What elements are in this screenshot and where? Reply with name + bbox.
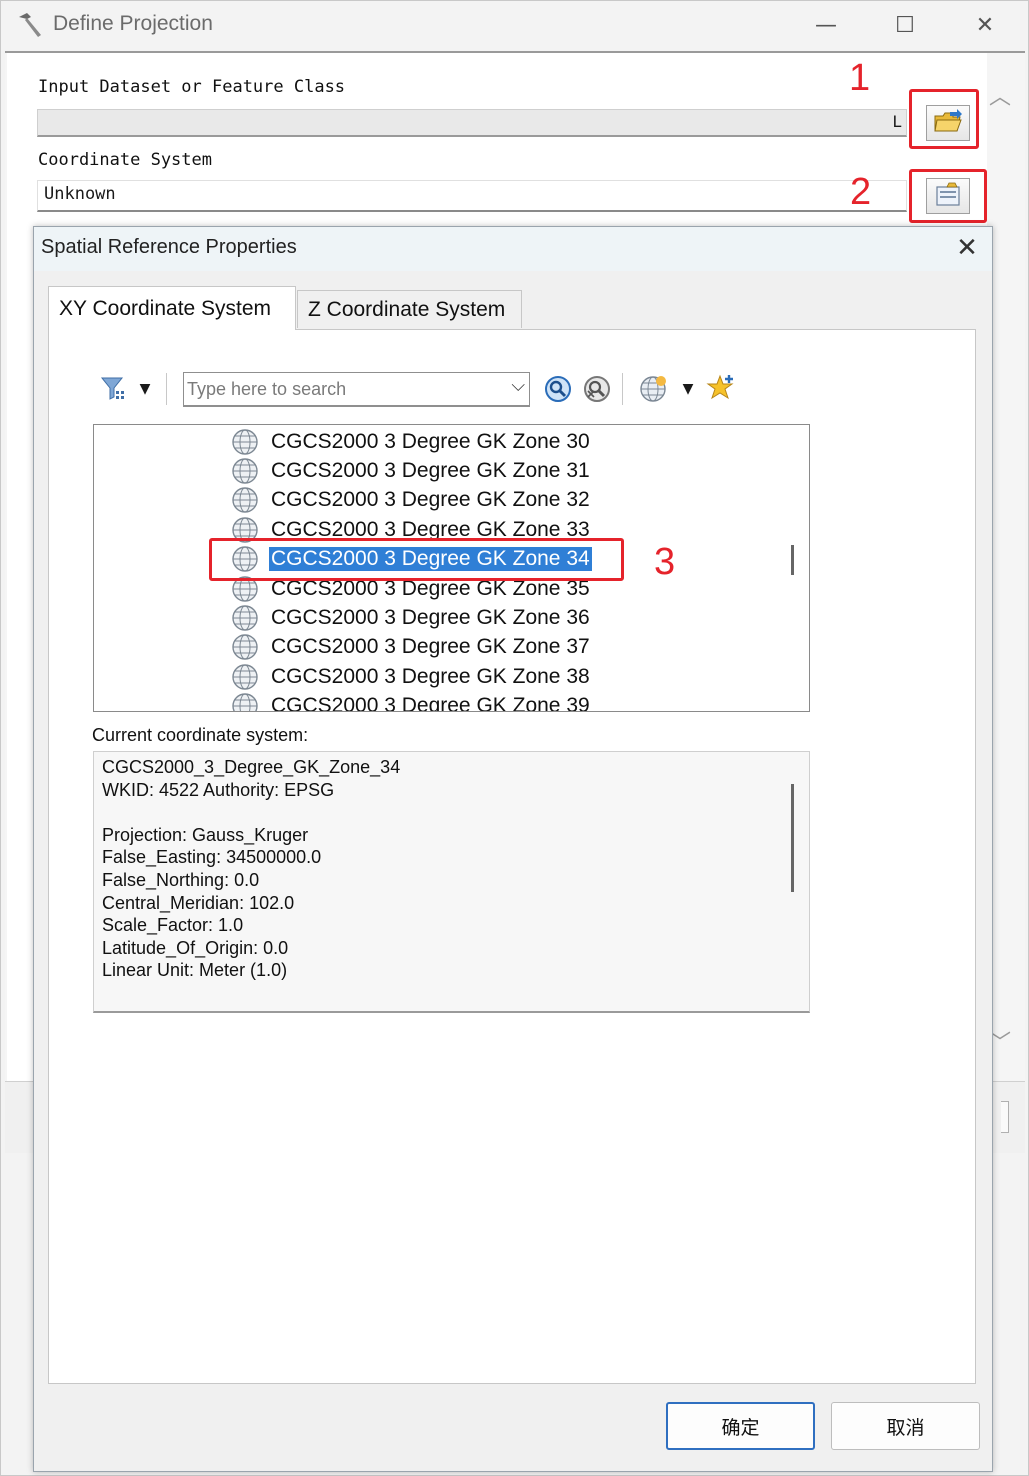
input-dataset-label: Input Dataset or Feature Class — [38, 77, 346, 97]
cs-list-item-label: CGCS2000 3 Degree GK Zone 37 — [271, 635, 590, 659]
cs-list-item[interactable]: CGCS2000 3 Degree GK Zone 38 — [231, 662, 592, 691]
globe-icon — [232, 428, 258, 455]
cs-list-item-label: CGCS2000 3 Degree GK Zone 30 — [271, 429, 590, 453]
cs-list-item-label: CGCS2000 3 Degree GK Zone 39 — [271, 694, 590, 712]
globe-icon — [232, 487, 258, 513]
cs-list-item[interactable]: CGCS2000 3 Degree GK Zone 37 — [231, 633, 592, 662]
cancel-button[interactable]: 取消 — [831, 1402, 980, 1450]
details-line: Projection: Gauss_Kruger — [102, 824, 309, 845]
dialog-titlebar: Spatial Reference Properties ✕ — [34, 227, 992, 271]
filter-dropdown-icon[interactable]: ▼ — [135, 373, 155, 405]
spatial-reference-dialog: Spatial Reference Properties ✕ XY Coordi… — [33, 226, 993, 1472]
cs-list-item[interactable]: CGCS2000 3 Degree GK Zone 31 — [231, 456, 592, 485]
details-line: Central_Meridian: 102.0 — [102, 892, 295, 913]
input-dataset-field[interactable]: L — [37, 109, 907, 137]
annotation-number-2: 2 — [850, 171, 872, 213]
hammer-icon — [15, 11, 47, 39]
toolbar-separator-2 — [622, 373, 623, 405]
window-title: Define Projection — [53, 12, 213, 35]
details-line: Linear Unit: Meter (1.0) — [102, 960, 288, 981]
details-line: Scale_Factor: 1.0 — [102, 915, 244, 936]
details-line: False_Northing: 0.0 — [102, 870, 260, 890]
dialog-title: Spatial Reference Properties — [41, 236, 297, 258]
cs-list-item-label: CGCS2000 3 Degree GK Zone 31 — [271, 458, 590, 482]
details-line: Latitude_Of_Origin: 0.0 — [102, 937, 289, 958]
details-line: CGCS2000_3_Degree_GK_Zone_34 — [102, 757, 401, 777]
coordinate-system-label: Coordinate System — [38, 150, 212, 170]
maximize-button[interactable]: ☐ — [875, 7, 935, 43]
list-scrollbar-thumb[interactable] — [791, 545, 794, 575]
close-window-button[interactable]: ✕ — [955, 7, 1015, 43]
globe-dropdown-icon[interactable]: ▼ — [678, 373, 698, 405]
search-input[interactable] — [187, 376, 487, 402]
globe-add-icon[interactable] — [637, 373, 671, 405]
annotation-box-1 — [909, 89, 979, 149]
annotation-box-3 — [209, 538, 624, 581]
ok-button[interactable]: 确定 — [666, 1402, 815, 1450]
annotation-number-3: 3 — [654, 541, 676, 583]
details-line: False_Easting: 34500000.0 — [102, 847, 322, 868]
cs-list-item-label: CGCS2000 3 Degree GK Zone 32 — [271, 488, 590, 512]
cs-list-item-label: CGCS2000 3 Degree GK Zone 36 — [271, 605, 590, 629]
scroll-up-icon[interactable]: ︿ — [989, 79, 1011, 111]
tab-z-coordinate-system[interactable]: Z Coordinate System — [297, 290, 522, 328]
cs-list-item[interactable]: CGCS2000 3 Degree GK Zone 32 — [231, 486, 592, 515]
annotation-number-1: 1 — [849, 57, 871, 99]
toolbar-separator — [166, 373, 167, 405]
annotation-box-2 — [909, 169, 987, 223]
globe-icon — [232, 605, 258, 631]
outer-footer-button-edge[interactable] — [1001, 1101, 1009, 1133]
minimize-button[interactable]: — — [796, 7, 856, 43]
details-line: WKID: 4522 Authority: EPSG — [102, 779, 335, 800]
filter-icon[interactable] — [97, 373, 131, 405]
globe-icon — [232, 634, 258, 660]
current-coordinate-system-label: Current coordinate system: — [92, 725, 309, 745]
input-dataset-value: L — [892, 112, 902, 131]
favorite-star-icon[interactable] — [704, 371, 738, 405]
search-box[interactable]: ⌵ — [183, 372, 530, 407]
tab-xy-coordinate-system[interactable]: XY Coordinate System — [48, 286, 296, 330]
chevron-down-icon[interactable]: ⌵ — [511, 375, 525, 396]
globe-icon — [232, 693, 258, 711]
cs-list-item-label: CGCS2000 3 Degree GK Zone 38 — [271, 664, 590, 688]
globe-icon — [232, 458, 258, 484]
globe-icon — [232, 663, 258, 690]
cs-list-item[interactable]: CGCS2000 3 Degree GK Zone 39 — [231, 692, 592, 712]
outer-titlebar: Define Projection — ☐ ✕ — [1, 1, 1028, 51]
dialog-close-button[interactable]: ✕ — [952, 231, 982, 265]
cs-list-item[interactable]: CGCS2000 3 Degree GK Zone 30 — [231, 427, 592, 456]
search-icon[interactable] — [542, 373, 574, 405]
cs-list-item[interactable]: CGCS2000 3 Degree GK Zone 36 — [231, 603, 592, 632]
details-scrollbar-thumb[interactable] — [791, 784, 794, 892]
current-coordinate-system-details: CGCS2000_3_Degree_GK_Zone_34 WKID: 4522 A… — [93, 751, 810, 1013]
coordinate-system-field[interactable]: Unknown — [37, 180, 907, 212]
clear-search-icon[interactable] — [581, 373, 613, 405]
